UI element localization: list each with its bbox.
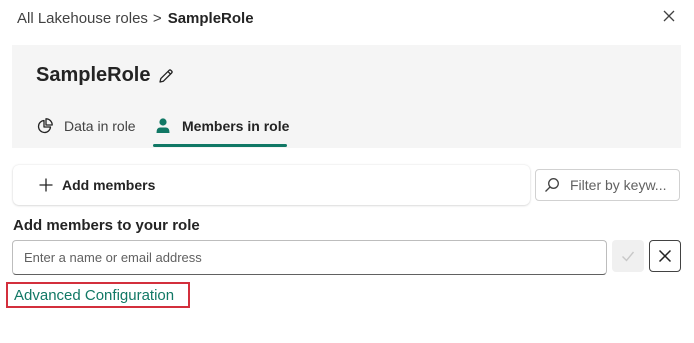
checkmark-icon [622,251,635,262]
search-icon [545,178,559,192]
close-icon [658,249,672,263]
pie-chart-icon [36,117,54,135]
filter-input[interactable] [568,176,672,194]
edit-role-name-button[interactable] [156,66,176,86]
add-members-button[interactable]: Add members [38,174,155,196]
pencil-icon [159,69,173,83]
close-icon [663,10,675,22]
member-input-field [12,240,607,275]
tab-members-in-role-label: Members in role [182,118,290,134]
cancel-add-button[interactable] [649,240,681,272]
role-title: SampleRole [36,64,151,86]
confirm-add-button[interactable] [612,240,644,272]
breadcrumb-current: SampleRole [167,10,254,27]
selected-tab-indicator [153,144,287,147]
close-button[interactable] [658,5,680,27]
advanced-configuration-highlight: Advanced Configuration [6,282,190,308]
tab-data-in-role-label: Data in role [64,118,136,134]
breadcrumb-parent-link[interactable]: All Lakehouse roles [17,10,148,27]
tab-members-in-role[interactable]: Members in role [154,112,289,148]
add-members-section-title: Add members to your role [13,217,200,234]
breadcrumb-separator: > [152,10,162,27]
add-members-label: Add members [62,177,156,193]
advanced-configuration-link[interactable]: Advanced Configuration [14,287,174,304]
person-icon [154,117,172,135]
member-name-input[interactable] [22,249,606,266]
tab-data-in-role[interactable]: Data in role [36,112,136,148]
breadcrumb: All Lakehouse roles > SampleRole [17,10,254,27]
filter-search-box [535,169,680,201]
add-icon [38,177,54,193]
